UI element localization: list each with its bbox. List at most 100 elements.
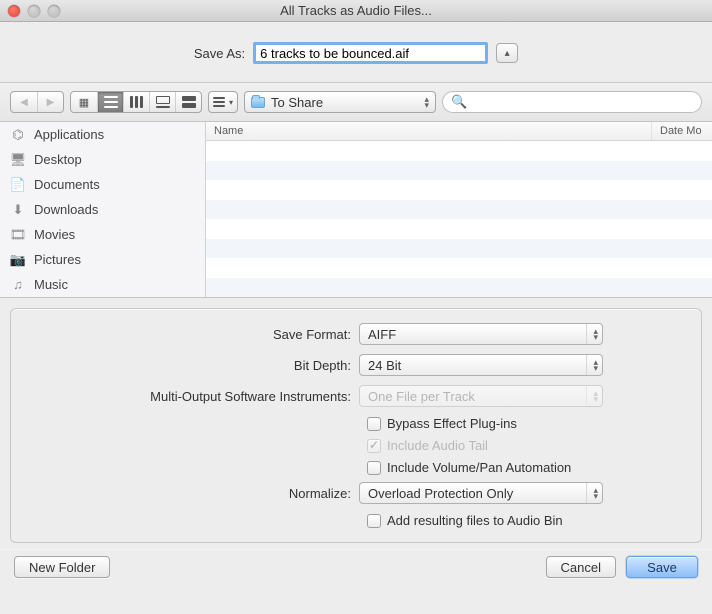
bottom-bar: New Folder Cancel Save (0, 549, 712, 592)
chevron-down-icon: ▾ (229, 98, 233, 107)
arrow-right-icon (47, 96, 55, 108)
disclosure-toggle-button[interactable]: ▴ (496, 43, 518, 63)
sidebar-item-documents[interactable]: 📄Documents (0, 172, 205, 197)
updown-icon: ▴▾ (586, 386, 598, 406)
pictures-icon: 📷 (10, 253, 26, 267)
checkbox-label: Bypass Effect Plug-ins (387, 416, 517, 431)
updown-icon: ▴▾ (586, 355, 598, 375)
file-browser: ⌬ Applications 🖥Desktop📄Documents ⬇ Download… (0, 122, 712, 298)
row-multi-output: Multi-Output Software Instruments: One F… (29, 385, 683, 407)
popup-normalize-value: Overload Protection Only (368, 486, 586, 501)
sidebar-item-downloads[interactable]: ⬇ Downloads (0, 197, 205, 222)
popup-bit-depth-value: 24 Bit (368, 358, 586, 373)
checkbox-box (367, 417, 381, 431)
view-segmented (70, 91, 202, 113)
folder-icon (251, 97, 265, 108)
checkbox-label: Include Volume/Pan Automation (387, 460, 571, 475)
browser-toolbar: ▾ To Share ▴▾ 🔍 (0, 83, 712, 122)
titlebar: All Tracks as Audio Files... (0, 0, 712, 22)
column-name[interactable]: Name (206, 122, 652, 140)
view-columns-button[interactable] (123, 92, 149, 112)
close-window-button[interactable] (8, 5, 20, 17)
columns-view-icon (130, 96, 144, 108)
sidebar-item-music[interactable]: ♫ Music (0, 272, 205, 297)
downloads-icon: ⬇ (10, 203, 26, 217)
arrange-icon (213, 97, 225, 107)
row-normalize: Normalize: Overload Protection Only ▴▾ (29, 482, 683, 504)
file-rows[interactable] (206, 141, 712, 297)
search-input[interactable] (472, 95, 693, 109)
sidebar-item-applications[interactable]: ⌬ Applications (0, 122, 205, 147)
view-coverflow-button[interactable] (175, 92, 201, 112)
updown-icon: ▴▾ (586, 324, 598, 344)
movies-icon: 🎞 (10, 228, 26, 242)
label-save-format: Save Format: (29, 327, 359, 342)
checkbox-box (367, 514, 381, 528)
desktop-icon: 🖥 (10, 153, 26, 167)
save-as-row: Save As: ▴ (0, 22, 712, 83)
window-title: All Tracks as Audio Files... (0, 3, 712, 18)
label-normalize: Normalize: (29, 486, 359, 501)
sidebar-item-label: Downloads (34, 202, 98, 217)
updown-icon: ▴▾ (586, 483, 598, 503)
popup-normalize[interactable]: Overload Protection Only ▴▾ (359, 482, 603, 504)
list-item (206, 200, 712, 220)
popup-bit-depth[interactable]: 24 Bit ▴▾ (359, 354, 603, 376)
list-item (206, 278, 712, 298)
popup-save-format-value: AIFF (368, 327, 586, 342)
nav-forward-button[interactable] (37, 92, 63, 112)
sidebar-item-label: Music (34, 277, 68, 292)
sidebar-item-pictures[interactable]: 📷 Pictures (0, 247, 205, 272)
cancel-button[interactable]: Cancel (546, 556, 616, 578)
sidebar-item-movies[interactable]: 🎞 Movies (0, 222, 205, 247)
save-button[interactable]: Save (626, 556, 698, 578)
column-date-modified[interactable]: Date Mo (652, 122, 712, 140)
list-item (206, 258, 712, 278)
checkbox-box (367, 439, 381, 453)
label-bit-depth: Bit Depth: (29, 358, 359, 373)
save-as-label: Save As: (194, 46, 245, 61)
sidebar-item-label: Pictures (34, 252, 81, 267)
options-panel: Save Format: AIFF ▴▾ Bit Depth: 24 Bit ▴… (10, 308, 702, 543)
sidebar-item-label: Applications (34, 127, 104, 142)
music-icon: ♫ (10, 278, 26, 292)
sidebar-item-label: Movies (34, 227, 75, 242)
checkbox-label: Add resulting files to Audio Bin (387, 513, 563, 528)
search-field[interactable]: 🔍 (442, 91, 702, 113)
checkbox-box (367, 461, 381, 475)
chevron-up-icon: ▴ (505, 48, 510, 59)
new-folder-button[interactable]: New Folder (14, 556, 110, 578)
coverflow-view-icon (182, 96, 196, 108)
label-multi-output: Multi-Output Software Instruments: (29, 389, 359, 404)
view-list-button[interactable] (97, 92, 123, 112)
traffic-lights (0, 5, 60, 17)
file-list-header: Name Date Mo (206, 122, 712, 141)
row-save-format: Save Format: AIFF ▴▾ (29, 323, 683, 345)
list-item (206, 219, 712, 239)
checkbox-include-tail: Include Audio Tail (367, 438, 683, 453)
sidebar: ⌬ Applications 🖥Desktop📄Documents ⬇ Download… (0, 122, 206, 297)
documents-icon: 📄 (10, 178, 26, 192)
popup-save-format[interactable]: AIFF ▴▾ (359, 323, 603, 345)
view-icons-button[interactable] (71, 92, 97, 112)
popup-multi-output: One File per Track ▴▾ (359, 385, 603, 407)
checkbox-label: Include Audio Tail (387, 438, 488, 453)
checkbox-include-volume-pan[interactable]: Include Volume/Pan Automation (367, 460, 683, 475)
applications-icon: ⌬ (10, 128, 26, 142)
checkbox-bypass-fx[interactable]: Bypass Effect Plug-ins (367, 416, 683, 431)
popup-multi-output-value: One File per Track (368, 389, 586, 404)
checkbox-add-to-bin[interactable]: Add resulting files to Audio Bin (367, 513, 683, 528)
search-icon: 🔍 (451, 94, 467, 110)
sidebar-item-desktop[interactable]: 🖥Desktop (0, 147, 205, 172)
list-item (206, 180, 712, 200)
location-label: To Share (271, 95, 418, 110)
list-view-icon (104, 96, 118, 108)
save-as-input[interactable] (253, 42, 488, 64)
nav-back-button[interactable] (11, 92, 37, 112)
arrange-menu-button[interactable]: ▾ (208, 91, 238, 113)
options-wrap: Save Format: AIFF ▴▾ Bit Depth: 24 Bit ▴… (0, 298, 712, 549)
updown-icon: ▴▾ (424, 96, 429, 108)
view-gallery-button[interactable] (149, 92, 175, 112)
list-item (206, 161, 712, 181)
location-popup[interactable]: To Share ▴▾ (244, 91, 436, 113)
